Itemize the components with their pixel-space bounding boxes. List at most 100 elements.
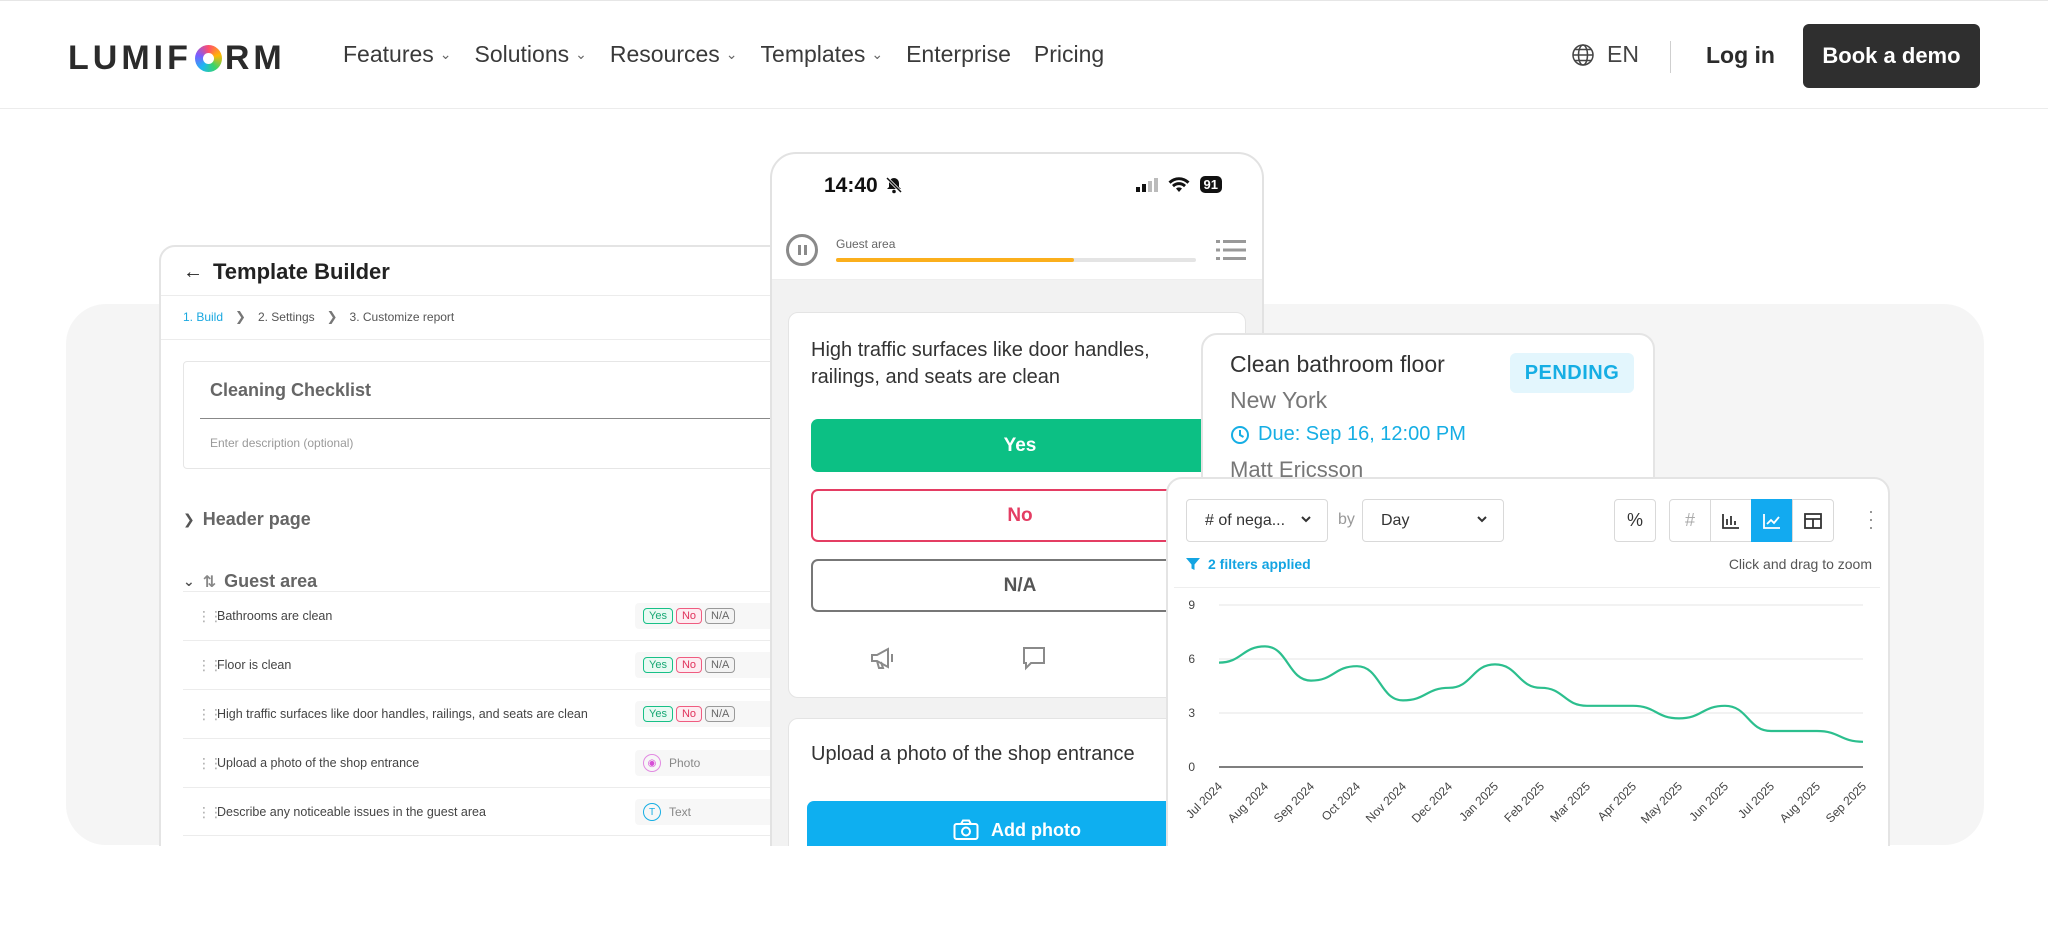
back-arrow-icon[interactable]: ←: [183, 261, 203, 284]
pause-icon[interactable]: [786, 234, 818, 266]
task-location: New York: [1230, 387, 1328, 413]
period-select[interactable]: Day: [1362, 499, 1504, 542]
metric-select[interactable]: # of nega...: [1186, 499, 1328, 542]
step-build[interactable]: 1. Build: [183, 310, 223, 324]
divider: [1174, 587, 1880, 588]
trend-line-chart[interactable]: 0 3 6 9 Jul 2024 Aug 2024 Sep 2024 Oct 2024 Nov …: [1168, 591, 1888, 846]
add-photo-button[interactable]: Add photo: [807, 801, 1227, 846]
camera-icon: ◉: [643, 754, 661, 772]
x-tick-label: Jul 2024: [1183, 779, 1225, 821]
bar-chart-icon: [1722, 513, 1739, 529]
phone-status-icons: 91: [1135, 176, 1222, 193]
answer-no-tag: No: [675, 608, 703, 624]
question-label: Describe any noticeable issues in the gu…: [217, 805, 486, 819]
question-row[interactable]: ⋮⋮ Floor is clean Yes No N/A: [183, 640, 797, 689]
task-due-text: Due: Sep 16, 12:00 PM: [1258, 423, 1466, 445]
metric-select-value: # of nega...: [1205, 511, 1286, 529]
section-guest-area[interactable]: ⌄ ⇅ Guest area: [183, 571, 317, 592]
question-list: ⋮⋮ Bathrooms are clean Yes No N/A ⋮⋮ Flo…: [183, 591, 797, 836]
megaphone-icon[interactable]: [869, 645, 897, 671]
builder-steps: 1. Build ❯ 2. Settings ❯ 3. Customize repo…: [183, 309, 466, 325]
builder-title: ← Template Builder: [183, 259, 390, 285]
camera-icon: [953, 819, 979, 840]
add-photo-label: Add photo: [991, 819, 1081, 840]
template-builder-panel: ← Template Builder 1. Build ❯ 2. Settings…: [159, 245, 799, 846]
x-tick-label: Jan 2025: [1456, 779, 1501, 824]
list-menu-icon[interactable]: [1216, 238, 1246, 262]
phone-status-bar: 14:40 91: [772, 154, 1262, 224]
description-field[interactable]: Enter description (optional): [210, 436, 353, 450]
phone-time: 14:40: [824, 174, 878, 197]
series-line: [1218, 645, 1864, 743]
sort-icon: ⇅: [202, 573, 217, 591]
battery-level: 91: [1199, 176, 1222, 193]
current-area-label: Guest area: [836, 237, 896, 251]
status-badge: PENDING: [1510, 353, 1634, 393]
wifi-icon: [1168, 176, 1190, 192]
table-icon: [1804, 512, 1822, 529]
section-header-page[interactable]: ❯ Header page: [183, 509, 311, 530]
chevron-right-icon: ❯: [235, 309, 246, 324]
question-row[interactable]: ⋮⋮ Bathrooms are clean Yes No N/A: [183, 591, 797, 640]
question-row[interactable]: ⋮⋮ High traffic surfaces like door handl…: [183, 689, 797, 738]
filters-applied-text: 2 filters applied: [1208, 556, 1311, 572]
divider: [161, 339, 797, 340]
chevron-down-icon: [1477, 516, 1487, 523]
hero-illustration: ← Template Builder 1. Build ❯ 2. Settings…: [0, 0, 2048, 846]
question-label: Bathrooms are clean: [217, 609, 333, 623]
task-due: Due: Sep 16, 12:00 PM: [1230, 423, 1466, 446]
answer-na-tag: N/A: [705, 706, 736, 722]
y-tick-label: 6: [1188, 652, 1195, 666]
question-label: Floor is clean: [217, 658, 292, 672]
section-header-label: Header page: [202, 509, 311, 529]
count-toggle[interactable]: #: [1669, 499, 1711, 542]
filter-icon: [1186, 558, 1200, 570]
answer-na-tag: N/A: [705, 608, 736, 624]
checklist-name-field[interactable]: Cleaning Checklist: [210, 380, 371, 401]
more-options-icon[interactable]: · · ·: [1868, 502, 1874, 536]
text-type-label: Text: [669, 805, 692, 819]
step-settings[interactable]: 2. Settings: [258, 310, 315, 324]
chevron-down-icon: ⌄: [183, 573, 195, 589]
task-title: Clean bathroom floor: [1230, 351, 1445, 377]
x-tick-label: May 2025: [1638, 779, 1685, 826]
comment-icon[interactable]: [1021, 645, 1047, 671]
x-tick-label: Jul 2025: [1735, 779, 1777, 821]
answer-yes-tag: Yes: [643, 608, 673, 624]
x-tick-label: Apr 2025: [1595, 779, 1640, 824]
question-row[interactable]: ⋮⋮ Describe any noticeable issues in the…: [183, 787, 797, 836]
percent-toggle[interactable]: %: [1614, 499, 1656, 542]
question-actions: [869, 645, 1199, 671]
step-customize[interactable]: 3. Customize report: [350, 310, 455, 324]
phone-inspection-header: Guest area: [772, 224, 1262, 280]
line-chart-button[interactable]: [1751, 499, 1793, 542]
question-row[interactable]: ⋮⋮ Upload a photo of the shop entrance ◉…: [183, 738, 797, 787]
x-tick-label: Aug 2024: [1225, 779, 1271, 825]
filters-applied-link[interactable]: 2 filters applied: [1186, 556, 1311, 572]
builder-title-text: Template Builder: [213, 259, 390, 284]
zoom-hint: Click and drag to zoom: [1728, 556, 1872, 572]
photo-type-label: Photo: [669, 756, 701, 770]
x-tick-label: Jun 2025: [1686, 779, 1731, 824]
chevron-down-icon: [1301, 516, 1311, 523]
table-view-button[interactable]: [1792, 499, 1834, 542]
x-tick-label: Aug 2025: [1777, 779, 1823, 825]
y-tick-label: 0: [1188, 760, 1195, 774]
answer-no-tag: No: [675, 706, 703, 722]
x-tick-label: Sep 2024: [1271, 779, 1317, 825]
progress-fill: [836, 258, 1074, 262]
x-tick-label: Nov 2024: [1363, 779, 1409, 825]
photo-type: ◉ Photo: [643, 754, 700, 772]
question-text: Upload a photo of the shop entrance: [811, 743, 1135, 765]
y-tick-label: 9: [1188, 598, 1195, 612]
x-tick-label: Dec 2024: [1409, 779, 1455, 825]
bell-muted-icon: [885, 176, 903, 194]
answer-yes-button[interactable]: Yes: [811, 419, 1229, 472]
inspection-progress-bar: [836, 258, 1196, 262]
text-type: T Text: [643, 803, 691, 821]
y-tick-label: 3: [1188, 706, 1195, 720]
bar-chart-button[interactable]: [1710, 499, 1752, 542]
analytics-panel: # of nega... by Day % # · · · 2 filters ap…: [1166, 477, 1890, 846]
answer-yes-tag: Yes: [643, 706, 673, 722]
divider: [161, 295, 797, 296]
